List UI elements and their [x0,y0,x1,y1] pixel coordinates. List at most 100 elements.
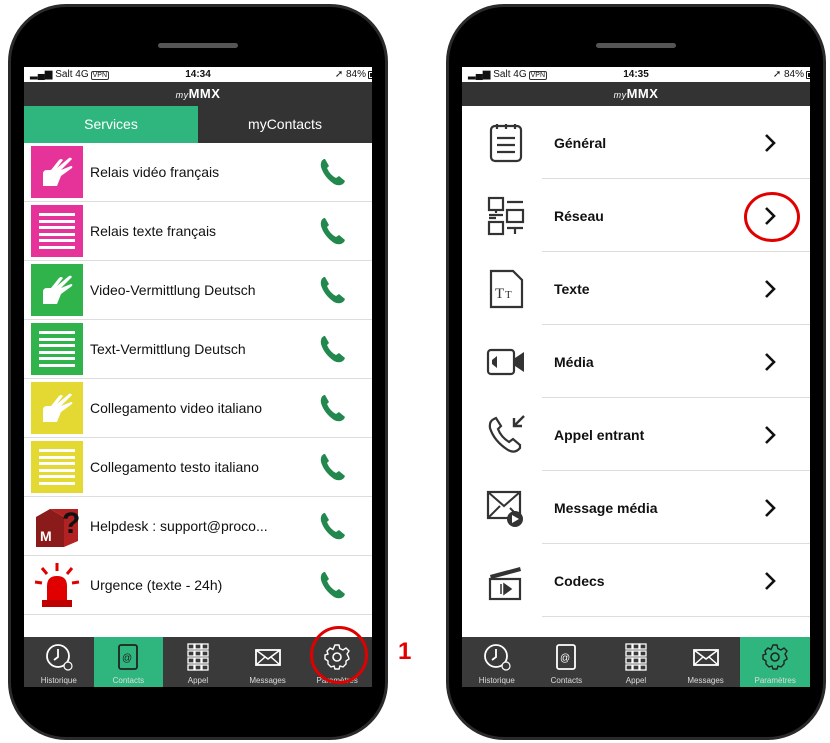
app-title: MMX [626,86,659,101]
envelope-icon [692,649,719,666]
tab-historique[interactable]: Historique [24,637,94,687]
speaker-grille [158,43,238,48]
svg-text:T: T [495,286,504,302]
text-lines-icon [31,323,83,375]
service-label: Collegamento testo italiano [90,459,259,475]
settings-row-codecs[interactable]: Codecs [462,544,810,617]
services-list: Relais vidéo français Relais texte franç… [24,143,372,615]
chevron-right-icon[interactable] [760,498,780,518]
siren-icon [31,559,83,611]
settings-row-texte[interactable]: TT Texte [462,252,810,325]
tab-parametres[interactable]: Paramètres [740,637,810,687]
settings-row-message-media[interactable]: Message média [462,471,810,544]
service-row-urgence[interactable]: Urgence (texte - 24h) [24,556,372,615]
settings-row-general[interactable]: Général [462,106,810,179]
contacts-book-icon: @ [118,644,139,670]
svg-text:M: M [40,528,52,544]
service-label: Relais vidéo français [90,164,220,180]
sign-hands-icon [31,264,83,316]
tab-contacts[interactable]: @ Contacts [93,637,164,687]
chevron-right-icon[interactable] [760,279,780,299]
notepad-icon [489,123,523,162]
call-phone-icon[interactable] [316,155,350,189]
tab-historique[interactable]: Historique [462,637,532,687]
call-phone-icon[interactable] [316,509,350,543]
status-time: 14:34 [185,69,211,80]
service-row-text-de[interactable]: Text-Vermittlung Deutsch [24,320,372,379]
service-row-relais-video-fr[interactable]: Relais vidéo français [24,143,372,202]
battery-indicator: ➚ 84% [773,69,810,80]
right-screen: ▂▄▆ Salt 4G VPN 14:35 ➚ 84% myMMX Général… [462,67,810,687]
left-screen: ▂▄▆ Salt 4G VPN 14:34 ➚ 84% myMMX Service… [24,67,372,687]
keypad-icon [187,643,209,671]
tab-messages[interactable]: Messages [671,637,741,687]
service-row-video-de[interactable]: Video-Vermittlung Deutsch [24,261,372,320]
clapperboard-icon [488,566,522,600]
svg-text:@: @ [122,653,132,664]
service-label: Text-Vermittlung Deutsch [90,341,246,357]
chevron-right-icon[interactable] [760,352,780,372]
sign-hands-icon [31,382,83,434]
battery-icon [806,71,810,79]
call-phone-icon[interactable] [316,391,350,425]
chevron-right-icon[interactable] [760,133,780,153]
clock-icon [483,644,511,671]
svg-text:?: ? [62,507,80,540]
app-title-bar: myMMX [24,82,372,106]
service-row-relais-texte-fr[interactable]: Relais texte français [24,202,372,261]
keypad-icon [625,643,647,671]
service-label: Video-Vermittlung Deutsch [90,282,256,298]
service-row-video-it[interactable]: Collegamento video italiano [24,379,372,438]
settings-row-appel-entrant[interactable]: Appel entrant [462,398,810,471]
service-row-testo-it[interactable]: Collegamento testo italiano [24,438,372,497]
helpdesk-icon: M? [31,500,83,552]
clock-icon [45,644,73,671]
call-phone-icon[interactable] [316,450,350,484]
call-phone-icon[interactable] [316,568,350,602]
settings-list: Général Réseau TT Texte Média Appel entr… [462,106,810,617]
envelope-icon [254,649,281,666]
status-bar: ▂▄▆ Salt 4G VPN 14:35 ➚ 84% [462,67,810,82]
svg-text:@: @ [560,653,570,664]
text-file-icon: TT [489,269,524,308]
battery-icon [368,71,372,79]
service-label: Collegamento video italiano [90,400,262,416]
settings-row-media[interactable]: Média [462,325,810,398]
network-icon [487,196,525,235]
service-label: Urgence (texte - 24h) [90,577,223,593]
app-title-bar: myMMX [462,82,810,106]
media-message-icon [486,490,523,527]
call-phone-icon[interactable] [316,214,350,248]
right-phone-frame: ▂▄▆ Salt 4G VPN 14:35 ➚ 84% myMMX Général… [446,4,826,740]
call-phone-icon[interactable] [316,332,350,366]
gear-icon [762,644,789,670]
chevron-right-icon[interactable] [760,571,780,591]
status-bar: ▂▄▆ Salt 4G VPN 14:34 ➚ 84% [24,67,372,82]
battery-indicator: ➚ 84% [335,69,372,80]
chevron-right-icon[interactable] [760,425,780,445]
video-media-icon [486,348,524,375]
service-label: Relais texte français [90,223,217,239]
call-phone-icon[interactable] [316,273,350,307]
service-row-helpdesk[interactable]: M? Helpdesk : support@proco... [24,497,372,556]
contacts-book-icon: @ [556,644,577,670]
highlight-circle-parametres [310,626,368,684]
speaker-grille [596,43,676,48]
tab-contacts[interactable]: @ Contacts [532,637,602,687]
tab-services[interactable]: Services [24,106,198,143]
tab-appel[interactable]: Appel [163,637,233,687]
segment-tabs: Services myContacts [24,106,372,143]
text-lines-icon [31,441,83,493]
sign-hands-icon [31,146,83,198]
text-lines-icon [31,205,83,257]
tab-appel[interactable]: Appel [601,637,671,687]
step-number: 1 [398,638,412,665]
tab-mycontacts[interactable]: myContacts [198,106,372,143]
tab-messages[interactable]: Messages [233,637,303,687]
highlight-circle-reseau [744,192,800,242]
incoming-call-icon [488,414,525,453]
app-title: MMX [188,86,221,101]
bottom-tab-bar: Historique @ Contacts Appel Messages Par… [462,637,810,687]
status-time: 14:35 [623,69,649,80]
service-label: Helpdesk : support@proco... [90,518,268,534]
